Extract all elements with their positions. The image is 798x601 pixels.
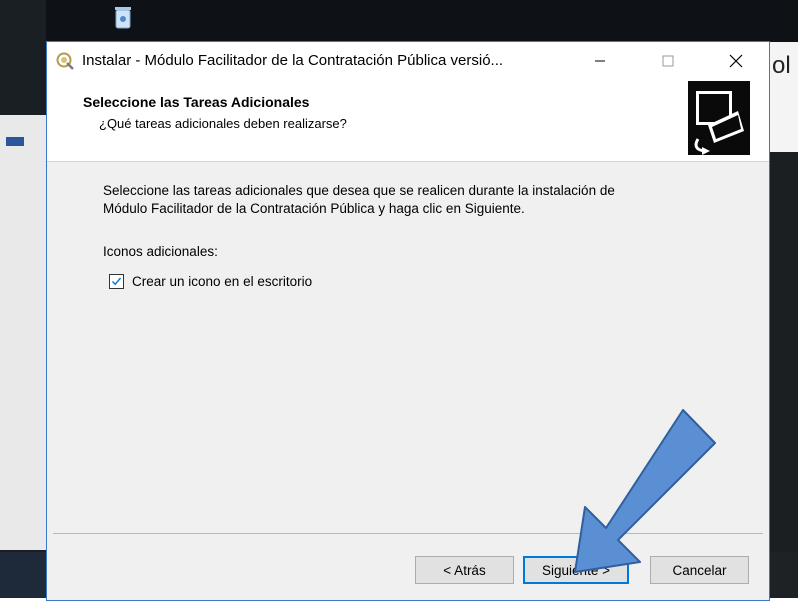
cancel-button[interactable]: Cancelar: [650, 556, 749, 584]
installer-app-icon: [56, 52, 74, 70]
close-button[interactable]: [713, 42, 759, 79]
footer-separator: [53, 533, 763, 534]
taskbar-right: [770, 552, 798, 598]
next-button[interactable]: Siguiente >: [523, 556, 629, 584]
additional-icons-label: Iconos adicionales:: [103, 244, 218, 259]
setup-computer-icon: [688, 81, 750, 155]
page-title: Seleccione las Tareas Adicionales: [83, 94, 310, 110]
background-partial-text: ol: [772, 52, 791, 79]
instructions-text: Seleccione las tareas adicionales que de…: [103, 182, 743, 218]
background-ribbon-tab: [6, 137, 24, 146]
back-button[interactable]: < Atrás: [415, 556, 514, 584]
installer-dialog: Instalar - Módulo Facilitador de la Cont…: [46, 41, 770, 601]
maximize-button[interactable]: [645, 42, 691, 79]
checkmark-icon: [111, 277, 122, 286]
close-icon: [729, 54, 743, 67]
background-document-strip: [0, 115, 46, 550]
maximize-icon: [662, 55, 674, 66]
title-bar[interactable]: Instalar - Módulo Facilitador de la Cont…: [47, 42, 769, 79]
minimize-icon: [595, 60, 605, 61]
wizard-header: Seleccione las Tareas Adicionales ¿Qué t…: [47, 79, 769, 162]
taskbar-left: [0, 552, 46, 598]
window-title: Instalar - Módulo Facilitador de la Cont…: [82, 52, 504, 69]
desktop-icon-checkbox[interactable]: [109, 274, 124, 289]
instructions-line-2: Módulo Facilitador de la Contratación Pú…: [103, 201, 525, 216]
desktop-icon-checkbox-label[interactable]: Crear un icono en el escritorio: [132, 274, 312, 289]
desktop-icon-option[interactable]: Crear un icono en el escritorio: [109, 274, 312, 289]
desktop-top-band: [46, 0, 798, 42]
recycle-bin-icon[interactable]: [112, 4, 134, 30]
background-window-right-dark: [770, 152, 798, 552]
minimize-button[interactable]: [577, 42, 623, 79]
page-subtitle: ¿Qué tareas adicionales deben realizarse…: [99, 116, 347, 131]
instructions-line-1: Seleccione las tareas adicionales que de…: [103, 183, 615, 198]
